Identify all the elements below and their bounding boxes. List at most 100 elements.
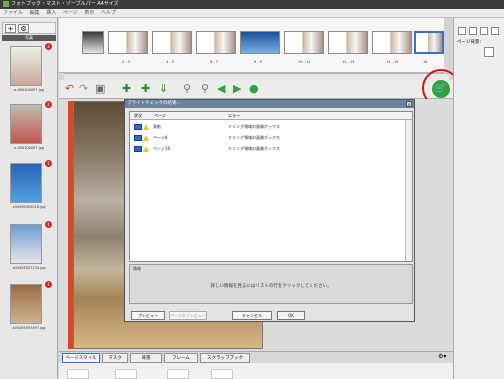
page-spread-label: 10 - 11 [298, 60, 311, 64]
tab-scrapbook[interactable]: スクラップブック [200, 353, 250, 363]
page-spread-label: 14 - 15 [386, 60, 399, 64]
info-label: 情報 [133, 266, 141, 271]
photo-thumbnail[interactable] [10, 46, 42, 86]
menu-help[interactable]: ヘルプ [101, 10, 116, 16]
usage-count-badge: 1 [45, 221, 52, 228]
photo-thumbnail[interactable] [10, 163, 42, 203]
undo-icon[interactable]: ↶ [65, 83, 74, 94]
photo-filename: p-000100057.jpg [13, 88, 45, 92]
info-message: 詳しい情報を見るにはリストの行をクリックしてください。 [210, 284, 332, 289]
column-page[interactable]: ページ [154, 113, 166, 119]
result-row[interactable]: 表紙 ドリング領域の画像ボックス [130, 122, 406, 131]
delete-icon[interactable]: ▣ [95, 83, 105, 94]
result-row[interactable]: ページ8 ドリング領域の画像ボックス [130, 133, 406, 142]
list-header: 状況 ページ エラー [130, 112, 412, 120]
tab-page-style[interactable]: ページスタイル [62, 353, 100, 363]
column-error[interactable]: エラー [228, 113, 240, 119]
page-preview-button[interactable]: ページのプレビュー [169, 311, 207, 320]
page-spread-label: 2 - 3 [122, 60, 130, 64]
usage-count-badge: 2 [45, 101, 52, 108]
photo-thumbnail[interactable] [10, 104, 42, 144]
photo-thumbnail[interactable] [10, 284, 42, 324]
warning-icon [143, 135, 149, 141]
panel-tool-1-icon[interactable] [458, 27, 466, 35]
monitor-icon [134, 124, 142, 130]
result-page: ページ8 [153, 135, 168, 140]
menu-insert[interactable]: 挿入 [46, 10, 56, 16]
page-background-label: ページ背景： [457, 40, 484, 45]
add-photo-button[interactable]: + [5, 24, 16, 33]
text-tool-icon[interactable] [480, 27, 488, 35]
zoom-in-icon[interactable]: ⚲ [183, 83, 191, 94]
column-status[interactable]: 状況 [134, 113, 142, 119]
background-color-swatch[interactable] [484, 47, 494, 57]
add-page-icon[interactable]: ✚ [122, 83, 131, 94]
page-spread-label: 4 - 5 [166, 60, 174, 64]
page-spread-thumbnail[interactable] [284, 31, 324, 54]
page-spread-thumbnail[interactable] [372, 31, 412, 54]
info-box: 情報 詳しい情報を見るにはリストの行をクリックしてください。 [129, 264, 413, 304]
menu-file[interactable]: ファイル [3, 10, 23, 16]
photo-filename: x00493597497.jpg [12, 326, 46, 330]
properties-panel: ページ背景： [453, 18, 504, 379]
import-icon[interactable]: ⇓ [159, 83, 168, 94]
page-spread-thumbnail[interactable] [414, 31, 444, 54]
page-spread-thumbnail[interactable] [108, 31, 148, 54]
page-spread-thumbnail[interactable] [152, 31, 192, 54]
result-error: ドリング領域の画像ボックス [228, 135, 280, 140]
page-spread-thumbnail[interactable] [328, 31, 368, 54]
page-spread-thumbnail[interactable] [82, 31, 104, 54]
redo-icon[interactable]: ↷ [79, 83, 88, 94]
style-thumb[interactable] [167, 369, 189, 379]
menu-edit[interactable]: 編集 [30, 10, 40, 16]
monitor-icon [134, 135, 142, 141]
list-scrollbar[interactable] [405, 120, 412, 261]
info-icon[interactable]: ● [249, 83, 259, 94]
zoom-out-icon[interactable]: ⚲ [201, 83, 209, 94]
style-thumb[interactable] [211, 369, 233, 379]
panel-tool-4-icon[interactable] [491, 27, 499, 35]
warning-icon [143, 146, 149, 152]
result-error: ドリング領域の画像ボックス [228, 124, 280, 129]
preflight-dialog: プライトチェックの結果... × 状況 ページ エラー 表紙ドリング領域の画像ボ… [124, 99, 415, 322]
tab-mask[interactable]: マスク [102, 353, 128, 363]
menu-view[interactable]: 表示 [84, 10, 94, 16]
result-page: 表紙 [153, 124, 161, 129]
page-strip-scrollbar[interactable] [64, 73, 449, 80]
page-spread-label: 6 - 7 [210, 60, 218, 64]
photo-thumbnail[interactable] [10, 224, 42, 264]
window-title: フォトブック・マスト・ゾーブルパー A4サイズ [11, 1, 119, 7]
photo-filename: p-000100057.jpg [13, 146, 45, 150]
preview-button[interactable]: プレビュー [131, 311, 165, 320]
tab-frame[interactable]: フレーム [164, 353, 198, 363]
close-icon[interactable]: × [406, 101, 412, 107]
next-icon[interactable]: ▶ [233, 83, 241, 94]
photo-panel-header: 写真 [2, 35, 56, 41]
panel-tool-2-icon[interactable] [469, 27, 477, 35]
prev-icon[interactable]: ◀ [217, 83, 225, 94]
result-list[interactable]: 状況 ページ エラー 表紙 ドリング領域の画像ボックス ページ8 ドリング領域の画像ボ… [129, 111, 413, 262]
dialog-title: プライトチェックの結果... [125, 100, 414, 108]
page-spread-label: 12 - 13 [342, 60, 355, 64]
cart-icon[interactable]: 🛒 [432, 80, 450, 98]
style-thumb[interactable] [115, 369, 137, 379]
result-row[interactable]: ページ16 ドリング領域の画像ボックス [130, 144, 406, 153]
add-photo-icon[interactable]: ✚ [141, 83, 150, 94]
usage-count-badge: 2 [45, 43, 52, 50]
gear-icon[interactable]: ⚙▾ [438, 353, 446, 360]
page-spread-label: 16 [423, 60, 428, 64]
photo-panel-toolbar: + ⚙ [2, 22, 56, 34]
ok-button[interactable]: OK [277, 311, 305, 320]
cancel-button[interactable]: キャンセル [232, 311, 272, 320]
page-spread-thumbnail[interactable] [240, 31, 280, 54]
tab-background[interactable]: 背景 [130, 353, 162, 363]
bottom-tabs: ページスタイル マスク 背景 フレーム スクラップブック [59, 351, 453, 363]
page-spread-thumbnail[interactable] [196, 31, 236, 54]
style-thumb[interactable] [67, 369, 89, 379]
menu-bar: ファイル 編集 挿入 ページ 表示 ヘルプ [0, 9, 504, 18]
warning-icon [143, 124, 149, 130]
menu-page[interactable]: ページ [63, 10, 78, 16]
usage-count-badge: 1 [45, 281, 52, 288]
result-error: ドリング領域の画像ボックス [228, 146, 280, 151]
photo-settings-button[interactable]: ⚙ [18, 24, 29, 33]
